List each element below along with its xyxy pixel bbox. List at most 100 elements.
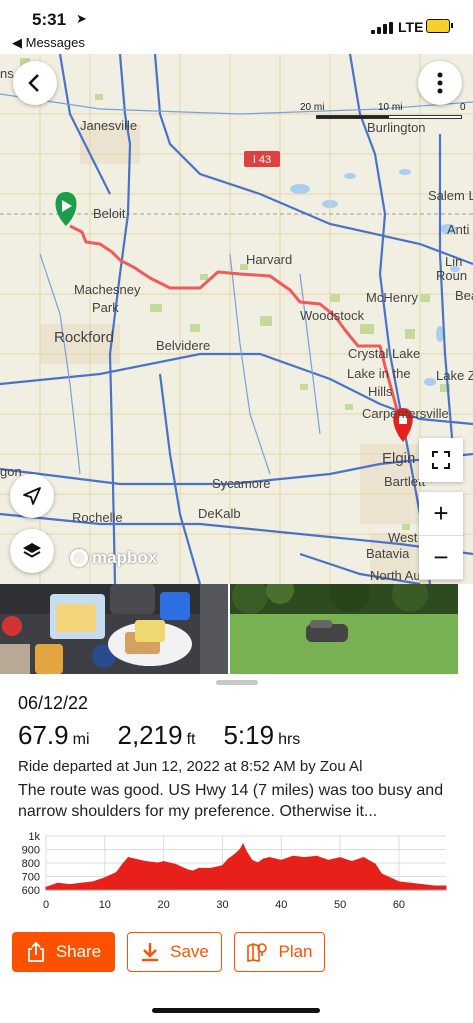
elevation-point <box>315 855 318 857</box>
elevation-point <box>221 865 224 867</box>
download-icon <box>142 943 159 962</box>
road-shield-label: I 43 <box>253 154 271 166</box>
elevation-value: 2,219 <box>117 720 183 750</box>
x-tick-label: 60 <box>393 899 405 911</box>
place-label: Janesville <box>80 118 138 133</box>
elevation-point <box>327 859 329 861</box>
elevation-point <box>57 882 59 884</box>
fullscreen-icon <box>432 451 450 469</box>
elevation-point <box>245 850 247 852</box>
back-button[interactable] <box>13 61 57 105</box>
elevation-point <box>163 861 165 863</box>
more-options-button[interactable] <box>418 61 462 105</box>
place-label: Lake in the <box>347 366 411 381</box>
time-value: 5:19 <box>223 720 275 750</box>
place-label: Carpentersville <box>362 406 449 421</box>
elevation-point <box>398 881 400 883</box>
map-layers-button[interactable] <box>10 529 54 573</box>
my-location-button[interactable] <box>10 474 54 518</box>
elevation-point <box>45 886 47 888</box>
elevation-point <box>268 857 271 859</box>
place-label: Machesney <box>74 282 141 297</box>
elevation-point <box>433 885 435 887</box>
elevation-point <box>239 848 241 851</box>
place-label: Hills <box>368 384 393 399</box>
elevation-point <box>174 863 177 865</box>
elevation-point <box>80 882 82 884</box>
layers-icon <box>23 543 41 558</box>
chevron-left-icon <box>28 74 39 92</box>
fullscreen-button[interactable] <box>419 438 463 482</box>
place-label: Woodstock <box>300 308 365 323</box>
x-tick-label: 40 <box>275 899 287 911</box>
y-tick-label: 1k <box>28 831 40 843</box>
elevation-point <box>410 882 412 884</box>
place-label: Anti <box>447 222 470 237</box>
zoom-out-button[interactable]: − <box>419 536 463 580</box>
x-tick-label: 10 <box>99 899 111 911</box>
home-indicator <box>152 1008 320 1013</box>
elevation-point <box>263 858 265 860</box>
elevation-point <box>445 885 447 887</box>
elevation-point <box>145 861 147 863</box>
drawer-handle[interactable] <box>216 680 258 685</box>
save-button[interactable]: Save <box>127 932 222 972</box>
battery-icon: ⚡ <box>426 19 453 33</box>
place-label: Beloit <box>93 206 126 221</box>
elevation-point <box>374 863 377 865</box>
x-tick-label: 20 <box>158 899 170 911</box>
mapbox-wordmark: mapbox <box>92 548 158 567</box>
elevation-point <box>351 861 353 863</box>
elevation-chart[interactable]: 600700 800900 1k 0 10 20 30 40 50 60 <box>0 828 473 920</box>
distance-unit: mi <box>72 731 90 748</box>
network-label: LTE <box>398 19 424 35</box>
ride-photo[interactable] <box>230 584 458 674</box>
mapbox-logo: mapbox <box>70 548 157 568</box>
place-label: Park <box>92 300 119 315</box>
place-label: Rockford <box>54 329 115 346</box>
zoom-in-button[interactable]: + <box>419 492 463 536</box>
elevation-point <box>210 867 212 869</box>
elevation-point <box>280 859 282 861</box>
distance-stat: 67.9 mi <box>18 720 90 751</box>
place-label: Belvidere <box>156 338 211 353</box>
place-label: Bea <box>455 288 473 303</box>
elevation-point <box>104 877 106 879</box>
scale-label: 10 mi <box>378 102 403 113</box>
route-map[interactable]: I 43 ns Janesville Burlington Salem L An… <box>0 54 473 584</box>
scale-label: 0 <box>460 102 466 113</box>
elevation-point <box>157 862 159 864</box>
plan-label: Plan <box>278 942 313 961</box>
plan-button[interactable]: Plan <box>234 932 325 972</box>
scale-label: 20 mi <box>300 102 325 113</box>
location-arrow-icon: ➤ <box>76 11 87 26</box>
place-label: DeKalb <box>198 506 241 521</box>
place-label: Rochelle <box>72 510 123 525</box>
ride-photo[interactable] <box>0 584 228 674</box>
elevation-point <box>304 857 306 859</box>
start-marker-icon <box>55 192 77 226</box>
elevation-point <box>380 873 382 875</box>
elevation-point <box>186 869 188 871</box>
more-vertical-icon <box>437 72 443 94</box>
ride-description[interactable]: The route was good. US Hwy 14 (7 miles) … <box>18 780 463 822</box>
elevation-point <box>242 843 244 845</box>
place-label: Lake Z <box>436 368 473 383</box>
elevation-point <box>257 862 259 864</box>
elevation-point <box>392 878 394 880</box>
share-label: Share <box>55 942 102 961</box>
elevation-point <box>227 858 229 860</box>
y-tick-label: 800 <box>22 858 40 870</box>
location-arrow-icon <box>23 487 41 505</box>
share-button[interactable]: Share <box>12 932 115 972</box>
save-label: Save <box>170 942 209 961</box>
y-tick-label: 600 <box>22 885 40 897</box>
place-label: Lin <box>445 254 463 269</box>
back-to-messages-link[interactable]: ◀ Messages <box>12 35 85 51</box>
elevation-point <box>386 875 388 878</box>
place-label: gon <box>0 464 22 479</box>
elevation-point <box>215 866 218 868</box>
status-bar: 5:31 ➤ ◀ Messages LTE ⚡ <box>0 0 473 54</box>
elevation-point <box>198 867 200 869</box>
ride-date: 06/12/22 <box>18 693 89 713</box>
